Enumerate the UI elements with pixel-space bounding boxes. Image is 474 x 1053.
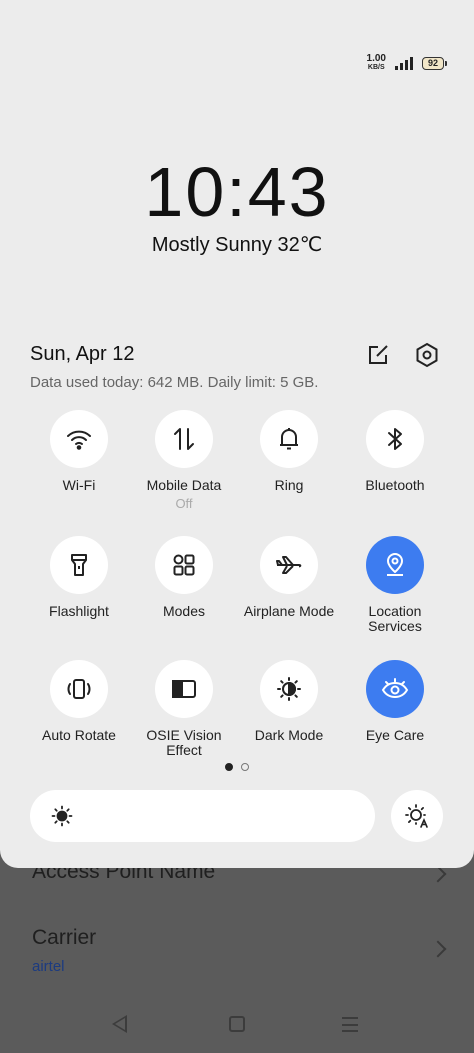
ring-toggle[interactable] xyxy=(260,410,318,468)
tile-eye-care[interactable]: Eye Care xyxy=(340,660,450,743)
mobile-data-icon xyxy=(174,428,194,450)
modes-toggle[interactable] xyxy=(155,536,213,594)
navigation-bar xyxy=(0,1000,474,1053)
tile-mobile-data[interactable]: Mobile Data Off xyxy=(129,410,239,511)
tile-label: Eye Care xyxy=(365,727,425,743)
modes-icon xyxy=(173,554,195,576)
flashlight-toggle[interactable] xyxy=(50,536,108,594)
tile-label: Location Services xyxy=(368,603,422,634)
edit-icon[interactable] xyxy=(366,343,390,367)
eye-care-toggle[interactable] xyxy=(366,660,424,718)
tile-dark-mode[interactable]: Dark Mode xyxy=(234,660,344,743)
carrier-label: Carrier xyxy=(32,926,97,949)
network-speed-unit: KB/S xyxy=(367,64,385,71)
location-services-toggle[interactable] xyxy=(366,536,424,594)
tile-bluetooth[interactable]: Bluetooth xyxy=(340,410,450,493)
auto-rotate-toggle[interactable] xyxy=(50,660,108,718)
tile-label: Airplane Mode xyxy=(243,603,335,619)
osie-vision-effect-toggle[interactable] xyxy=(155,660,213,718)
bell-icon xyxy=(280,428,298,450)
carrier-row[interactable]: Carrier airtel xyxy=(32,926,450,975)
back-icon[interactable] xyxy=(112,1015,127,1033)
tile-airplane-mode[interactable]: Airplane Mode xyxy=(234,536,344,619)
weather-summary[interactable]: Mostly Sunny 32℃ xyxy=(0,232,474,257)
dark-mode-icon xyxy=(277,677,301,701)
brightness-slider[interactable] xyxy=(30,790,375,842)
tile-wifi[interactable]: Wi-Fi xyxy=(24,410,134,493)
network-speed: 1.00 KB/S xyxy=(367,54,386,72)
wifi-toggle[interactable] xyxy=(50,410,108,468)
tile-ring[interactable]: Ring xyxy=(234,410,344,493)
tile-label: Mobile Data xyxy=(146,477,222,493)
dark-mode-toggle[interactable] xyxy=(260,660,318,718)
date-label: Sun, Apr 12 xyxy=(30,343,135,365)
brightness-icon xyxy=(51,805,73,827)
data-usage-text: Data used today: 642 MB. Daily limit: 5 … xyxy=(30,374,319,391)
tile-label: Dark Mode xyxy=(254,727,324,743)
home-icon[interactable] xyxy=(229,1016,245,1032)
battery-level: 92 xyxy=(427,57,438,68)
tile-flashlight[interactable]: Flashlight xyxy=(24,536,134,619)
page-dot[interactable] xyxy=(241,763,249,771)
auto-rotate-icon xyxy=(67,679,91,699)
bluetooth-icon xyxy=(388,428,402,450)
flashlight-icon xyxy=(71,554,87,576)
page-dot-active[interactable] xyxy=(225,763,233,771)
tile-modes[interactable]: Modes xyxy=(129,536,239,619)
clock[interactable]: 10:43 xyxy=(0,154,474,230)
tile-osie-vision-effect[interactable]: OSIE Vision Effect xyxy=(129,660,239,758)
auto-brightness-icon xyxy=(405,804,428,828)
gear-icon[interactable] xyxy=(414,342,440,368)
tile-label: OSIE Vision Effect xyxy=(146,727,222,758)
location-icon xyxy=(387,553,403,576)
bluetooth-toggle[interactable] xyxy=(366,410,424,468)
recents-icon[interactable] xyxy=(342,1017,358,1032)
tile-label: Wi-Fi xyxy=(62,477,96,493)
mobile-data-toggle[interactable] xyxy=(155,410,213,468)
carrier-value: airtel xyxy=(32,958,65,975)
auto-brightness-button[interactable] xyxy=(391,790,443,842)
eye-icon xyxy=(381,678,409,699)
tile-label: Ring xyxy=(274,477,304,493)
vision-effect-icon xyxy=(172,680,196,698)
signal-icon xyxy=(395,56,413,70)
tile-label: Flashlight xyxy=(49,603,109,619)
page-indicator xyxy=(0,763,474,771)
quick-settings-panel: 1.00 KB/S 92 10:43 Mostly Sunny 32℃ Sun,… xyxy=(0,0,474,868)
tile-location-services[interactable]: Location Services xyxy=(340,536,450,634)
tile-label: Modes xyxy=(162,603,206,619)
tile-label: Bluetooth xyxy=(365,477,425,493)
tile-label: Auto Rotate xyxy=(42,727,116,743)
tile-auto-rotate[interactable]: Auto Rotate xyxy=(24,660,134,743)
wifi-icon xyxy=(67,430,91,450)
tile-sublabel: Off xyxy=(175,496,193,511)
status-bar: 1.00 KB/S 92 xyxy=(367,52,447,74)
airplane-mode-toggle[interactable] xyxy=(260,536,318,594)
battery-icon: 92 xyxy=(422,56,447,70)
airplane-icon xyxy=(276,556,302,574)
